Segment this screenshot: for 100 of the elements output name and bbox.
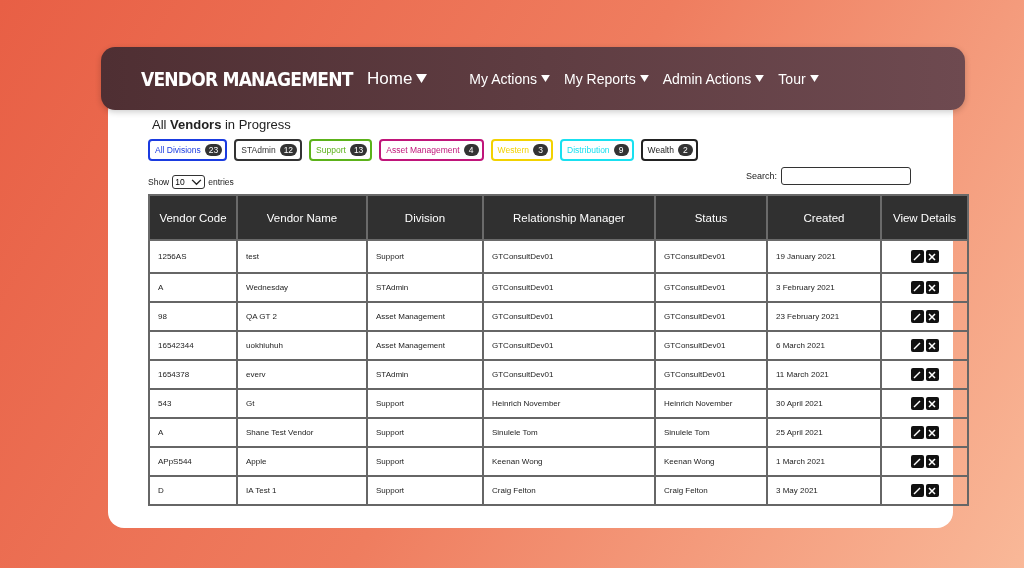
- entries-select[interactable]: 10: [172, 175, 206, 189]
- table-cell: GTConsultDev01: [483, 273, 655, 302]
- table-cell: 1256AS: [149, 240, 237, 273]
- page-title: All Vendors in Progress: [152, 117, 292, 132]
- edit-button[interactable]: [910, 339, 924, 352]
- table-cell: 6 March 2021: [767, 331, 881, 360]
- close-icon: [927, 282, 937, 293]
- table-cell: Asset Management: [367, 331, 483, 360]
- division-filter[interactable]: Western 3: [490, 139, 554, 161]
- edit-button[interactable]: [910, 368, 924, 381]
- close-icon: [927, 369, 937, 380]
- table-cell: Heinrich November: [655, 389, 767, 418]
- table-cell: 30 April 2021: [767, 389, 881, 418]
- edit-button[interactable]: [910, 484, 924, 497]
- nav-menu[interactable]: Admin Actions: [662, 70, 765, 87]
- brand-title: VENDOR MANAGEMENT: [141, 67, 355, 90]
- table-cell: A: [149, 273, 237, 302]
- table-cell: Sinulele Tom: [483, 418, 655, 447]
- nav-menu[interactable]: My Actions: [469, 70, 551, 87]
- table-cell: QA GT 2: [237, 302, 367, 331]
- edit-button[interactable]: [910, 281, 924, 294]
- delete-button[interactable]: [925, 455, 939, 468]
- edit-button[interactable]: [910, 250, 924, 263]
- caret-icon: [755, 75, 765, 82]
- division-filter[interactable]: Support 13: [309, 139, 373, 161]
- edit-button[interactable]: [910, 426, 924, 439]
- edit-button[interactable]: [910, 310, 924, 323]
- table-cell: GTConsultDev01: [655, 360, 767, 389]
- column-header: Relationship Manager: [483, 195, 655, 240]
- close-icon: [927, 427, 937, 438]
- table-cell: Craig Felton: [483, 476, 655, 505]
- count-badge: 13: [349, 144, 368, 156]
- delete-button[interactable]: [925, 310, 939, 323]
- search-field[interactable]: [781, 167, 911, 185]
- column-header: Vendor Code: [149, 195, 237, 240]
- table-cell: Support: [367, 476, 483, 505]
- table-cell: test: [237, 240, 367, 273]
- edit-button[interactable]: [910, 455, 924, 468]
- table-cell: uokhiuhuh: [237, 331, 367, 360]
- table-cell: A: [149, 418, 237, 447]
- table-cell: 1654378: [149, 360, 237, 389]
- count-badge: 12: [279, 144, 298, 156]
- table-cell: 98: [149, 302, 237, 331]
- column-header: Status: [655, 195, 767, 240]
- table-cell: Keenan Wong: [655, 447, 767, 476]
- table-cell: Gt: [237, 389, 367, 418]
- delete-button[interactable]: [925, 281, 939, 294]
- division-filter[interactable]: STAdmin 12: [234, 139, 303, 161]
- count-badge: 3: [533, 144, 549, 156]
- table-cell: GTConsultDev01: [655, 240, 767, 273]
- search-label: Search:: [745, 171, 777, 181]
- table-cell: Sinulele Tom: [655, 418, 767, 447]
- table-cell: Keenan Wong: [483, 447, 655, 476]
- count-badge: 9: [613, 144, 629, 156]
- division-filter[interactable]: All Divisions 23: [148, 139, 228, 161]
- column-header: Division: [367, 195, 483, 240]
- table-cell: everv: [237, 360, 367, 389]
- edit-icon: [912, 340, 922, 351]
- table-cell: GTConsultDev01: [483, 240, 655, 273]
- edit-icon: [912, 485, 922, 496]
- table-cell: GTConsultDev01: [483, 360, 655, 389]
- edit-icon: [912, 251, 922, 262]
- table-cell: GTConsultDev01: [655, 302, 767, 331]
- table-cell: 19 January 2021: [767, 240, 881, 273]
- table-cell: Support: [367, 389, 483, 418]
- table-cell: Heinrich November: [483, 389, 655, 418]
- caret-icon: [809, 75, 819, 82]
- caret-icon: [541, 75, 551, 82]
- table-cell: GTConsultDev01: [483, 302, 655, 331]
- table-cell: IA Test 1: [237, 476, 367, 505]
- close-icon: [927, 485, 937, 496]
- delete-button[interactable]: [925, 339, 939, 352]
- table-cell: Shane Test Vendor: [237, 418, 367, 447]
- delete-button[interactable]: [925, 368, 939, 381]
- table-cell: Wednesday: [237, 273, 367, 302]
- delete-button[interactable]: [925, 484, 939, 497]
- division-filter[interactable]: Wealth 2: [640, 139, 698, 161]
- delete-button[interactable]: [925, 426, 939, 439]
- close-icon: [927, 311, 937, 322]
- nav-menu[interactable]: My Reports: [564, 70, 649, 87]
- division-filter[interactable]: Asset Management 4: [379, 139, 484, 161]
- table-cell: Craig Felton: [655, 476, 767, 505]
- column-header: Vendor Name: [237, 195, 367, 240]
- caret-icon: [416, 74, 428, 83]
- table-cell: Support: [367, 240, 483, 273]
- entries-label: entries: [208, 177, 234, 187]
- division-filter[interactable]: Distribution 9: [560, 139, 634, 161]
- edit-button[interactable]: [910, 397, 924, 410]
- nav-menu[interactable]: Home: [367, 68, 428, 89]
- table-cell: 25 April 2021: [767, 418, 881, 447]
- nav-menu[interactable]: Tour: [778, 70, 819, 87]
- column-header: Created: [767, 195, 881, 240]
- table-cell: GTConsultDev01: [655, 331, 767, 360]
- edit-icon: [912, 456, 922, 467]
- delete-button[interactable]: [925, 250, 939, 263]
- edit-icon: [912, 427, 922, 438]
- edit-icon: [912, 311, 922, 322]
- table-cell: GTConsultDev01: [655, 273, 767, 302]
- table-cell: 3 May 2021: [767, 476, 881, 505]
- delete-button[interactable]: [925, 397, 939, 410]
